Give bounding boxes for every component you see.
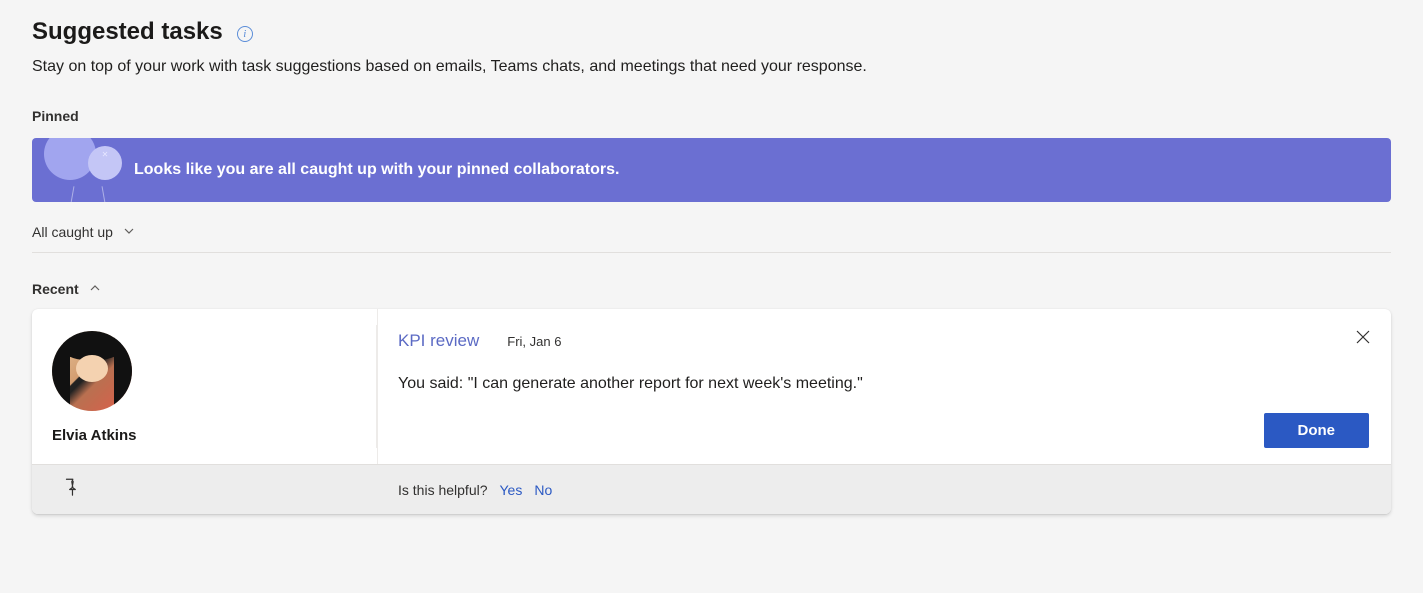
chevron-up-icon — [89, 282, 101, 297]
page-title: Suggested tasks — [32, 18, 223, 46]
person-name: Elvia Atkins — [52, 427, 355, 444]
task-person-pane: Elvia Atkins — [32, 309, 378, 464]
pin-icon[interactable] — [60, 477, 80, 502]
feedback-prompt: Is this helpful? — [398, 482, 488, 498]
feedback-no-link[interactable]: No — [534, 482, 552, 498]
feedback-yes-link[interactable]: Yes — [500, 482, 523, 498]
recent-label: Recent — [32, 281, 79, 297]
task-card-footer: Is this helpful? Yes No — [32, 464, 1391, 514]
banner-text: Looks like you are all caught up with yo… — [134, 161, 619, 179]
close-icon[interactable] — [1355, 329, 1371, 350]
recent-section-toggle[interactable]: Recent — [32, 281, 1391, 297]
pinned-section-label: Pinned — [32, 108, 1391, 124]
chevron-down-icon — [123, 225, 135, 240]
task-card: Elvia Atkins KPI review Fri, Jan 6 You s… — [32, 309, 1391, 514]
balloons-icon — [32, 138, 130, 202]
task-title-link[interactable]: KPI review — [398, 331, 479, 351]
avatar — [52, 331, 132, 411]
info-icon[interactable]: i — [237, 26, 253, 42]
page-subtitle: Stay on top of your work with task sugge… — [32, 58, 1391, 76]
caught-up-banner: Looks like you are all caught up with yo… — [32, 138, 1391, 202]
task-date: Fri, Jan 6 — [507, 334, 561, 349]
done-button[interactable]: Done — [1264, 413, 1370, 448]
all-caught-up-label: All caught up — [32, 224, 113, 240]
all-caught-up-toggle[interactable]: All caught up — [32, 224, 1391, 253]
task-description: You said: "I can generate another report… — [398, 375, 1369, 393]
